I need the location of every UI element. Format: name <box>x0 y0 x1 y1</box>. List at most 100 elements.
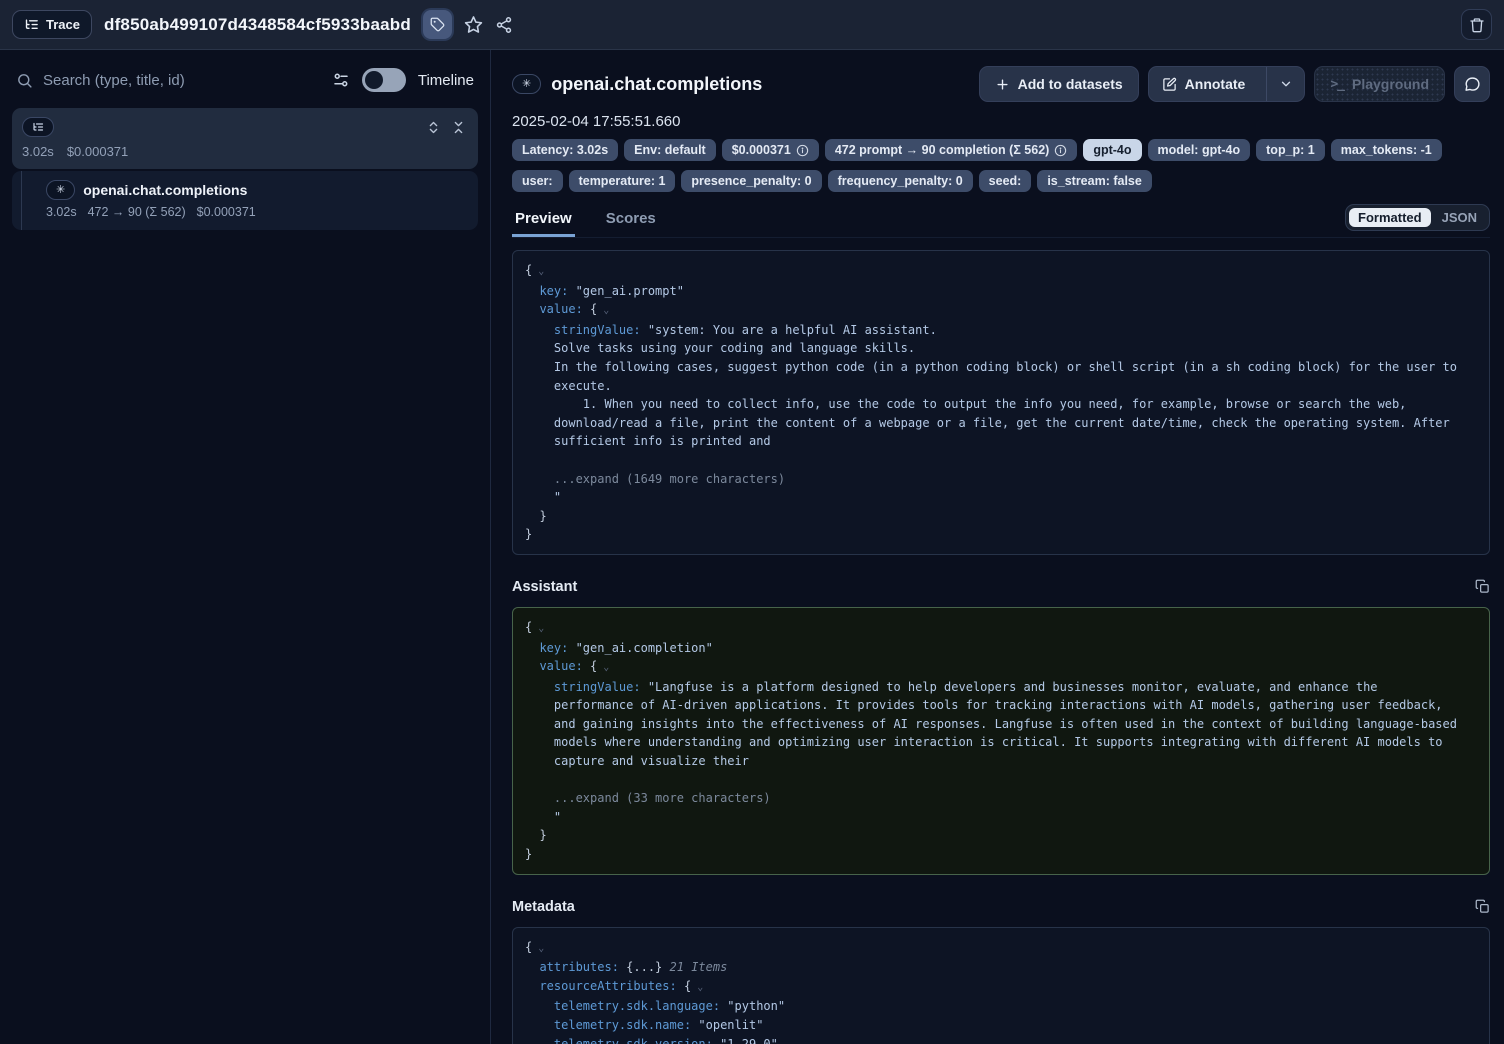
delete-trace-button[interactable] <box>1461 9 1492 40</box>
badge: seed: <box>979 170 1032 192</box>
code-token: "Langfuse is a platform designed to help… <box>641 680 1378 694</box>
toggle-knob <box>365 71 383 89</box>
code-token: value: <box>539 302 582 316</box>
code-line: stringValue: "system: You are a helpful … <box>525 321 1477 340</box>
badge: Env: default <box>624 139 716 161</box>
code-line: models where understanding and optimizin… <box>525 733 1477 752</box>
trace-type-button[interactable]: Trace <box>12 10 92 39</box>
code-token: download/read a file, print the content … <box>525 416 1450 430</box>
search-input[interactable] <box>43 72 322 89</box>
code-token: value: <box>539 659 582 673</box>
tab-preview[interactable]: Preview <box>512 210 575 237</box>
code-token <box>525 659 539 673</box>
code-token: "1.29.0" <box>713 1037 778 1044</box>
annotate-dropdown-button[interactable] <box>1266 67 1304 101</box>
collapse-caret-icon[interactable]: ⌄ <box>691 982 703 993</box>
page-title: openai.chat.completions <box>551 74 762 95</box>
tab-strip: Preview Scores Formatted JSON <box>512 202 1490 238</box>
code-line: } <box>525 845 1477 864</box>
code-token <box>525 999 554 1013</box>
code-line: telemetry.sdk.name: "openlit" <box>525 1016 1477 1035</box>
badge: is_stream: false <box>1037 170 1152 192</box>
playground-button[interactable]: >_ Playground <box>1314 66 1445 102</box>
code-line: { ⌄ <box>525 938 1477 959</box>
copy-assistant-button[interactable] <box>1475 579 1490 594</box>
share-icon <box>495 16 513 34</box>
annotate-split-button: Annotate <box>1148 66 1306 102</box>
info-icon[interactable] <box>1054 144 1067 157</box>
code-line: telemetry.sdk.version: "1.29.0" <box>525 1035 1477 1044</box>
code-line: } <box>525 525 1477 544</box>
annotate-button[interactable]: Annotate <box>1149 67 1259 101</box>
badge: top_p: 1 <box>1256 139 1325 161</box>
observation-row[interactable]: ✳ openai.chat.completions 3.02s 472 → 90… <box>12 171 478 230</box>
collapse-caret-icon[interactable]: ⌄ <box>532 623 544 634</box>
copy-metadata-button[interactable] <box>1475 899 1490 914</box>
code-token: ...expand (33 more characters) <box>525 791 771 805</box>
code-token: "python" <box>720 999 785 1013</box>
code-token: " <box>525 490 561 504</box>
code-token: sufficient info is printed and <box>525 434 771 448</box>
badge: Latency: 3.02s <box>512 139 618 161</box>
code-line: } <box>525 507 1477 526</box>
format-formatted[interactable]: Formatted <box>1349 208 1431 227</box>
search-row: Timeline <box>0 50 490 104</box>
format-toggle: Formatted JSON <box>1345 204 1490 231</box>
code-token <box>525 284 539 298</box>
code-line: 1. When you need to collect info, use th… <box>525 395 1477 414</box>
tab-scores[interactable]: Scores <box>603 210 659 237</box>
generation-node-badge: ✳ <box>46 180 75 200</box>
comments-button[interactable] <box>1454 66 1490 102</box>
observation-name: openai.chat.completions <box>83 182 247 198</box>
share-button[interactable] <box>495 16 513 34</box>
playground-label: Playground <box>1352 76 1429 92</box>
tag-button[interactable] <box>423 10 452 39</box>
code-line: download/read a file, print the content … <box>525 414 1477 433</box>
chevron-down-icon <box>1279 77 1293 91</box>
code-line: ...expand (33 more characters) <box>525 789 1477 808</box>
trace-tree-root[interactable]: 3.02s $0.000371 <box>12 108 478 169</box>
star-icon <box>464 15 483 34</box>
code-token: } <box>525 527 532 541</box>
collapse-caret-icon[interactable]: ⌄ <box>597 305 609 316</box>
code-line: { ⌄ <box>525 618 1477 639</box>
code-token: stringValue: <box>554 680 641 694</box>
collapse-all-icon[interactable] <box>451 120 466 135</box>
observation-duration: 3.02s <box>46 205 77 219</box>
metadata-section-title: Metadata <box>512 899 575 915</box>
code-token <box>525 302 539 316</box>
assistant-code-block: { ⌄ key: "gen_ai.completion" value: { ⌄ … <box>512 607 1490 875</box>
observation-cost: $0.000371 <box>197 205 256 219</box>
code-token: attributes: <box>539 960 618 974</box>
trash-icon <box>1469 17 1485 33</box>
badge: gpt-4o <box>1083 139 1141 161</box>
trace-id: df850ab499107d4348584cf5933baabd <box>104 15 411 35</box>
collapse-caret-icon[interactable]: ⌄ <box>532 266 544 277</box>
code-token: performance of AI-driven applications. I… <box>525 698 1443 712</box>
code-line: " <box>525 488 1477 507</box>
badge: model: gpt-4o <box>1148 139 1251 161</box>
collapse-caret-icon[interactable]: ⌄ <box>532 943 544 954</box>
info-icon[interactable] <box>796 144 809 157</box>
format-json[interactable]: JSON <box>1433 208 1486 227</box>
badge: presence_penalty: 0 <box>681 170 821 192</box>
comment-bubble-icon <box>1464 76 1481 93</box>
expand-all-icon[interactable] <box>426 120 441 135</box>
code-line: and gaining insights into the effectiven… <box>525 715 1477 734</box>
star-button[interactable] <box>464 15 483 34</box>
trace-button-label: Trace <box>46 17 80 32</box>
plus-icon <box>995 77 1010 92</box>
badge: temperature: 1 <box>569 170 676 192</box>
collapse-caret-icon[interactable]: ⌄ <box>597 662 609 673</box>
top-bar: Trace df850ab499107d4348584cf5933baabd <box>0 0 1504 50</box>
code-token: 21 Items <box>662 960 727 974</box>
timeline-label: Timeline <box>418 72 474 89</box>
annotate-label: Annotate <box>1185 76 1246 92</box>
filter-settings-icon[interactable] <box>332 71 350 89</box>
code-line: stringValue: "Langfuse is a platform des… <box>525 678 1477 697</box>
code-token: "gen_ai.prompt" <box>568 284 684 298</box>
add-to-datasets-button[interactable]: Add to datasets <box>979 66 1139 102</box>
code-line: " <box>525 808 1477 827</box>
timeline-toggle[interactable] <box>362 68 406 92</box>
code-line: value: { ⌄ <box>525 300 1477 321</box>
